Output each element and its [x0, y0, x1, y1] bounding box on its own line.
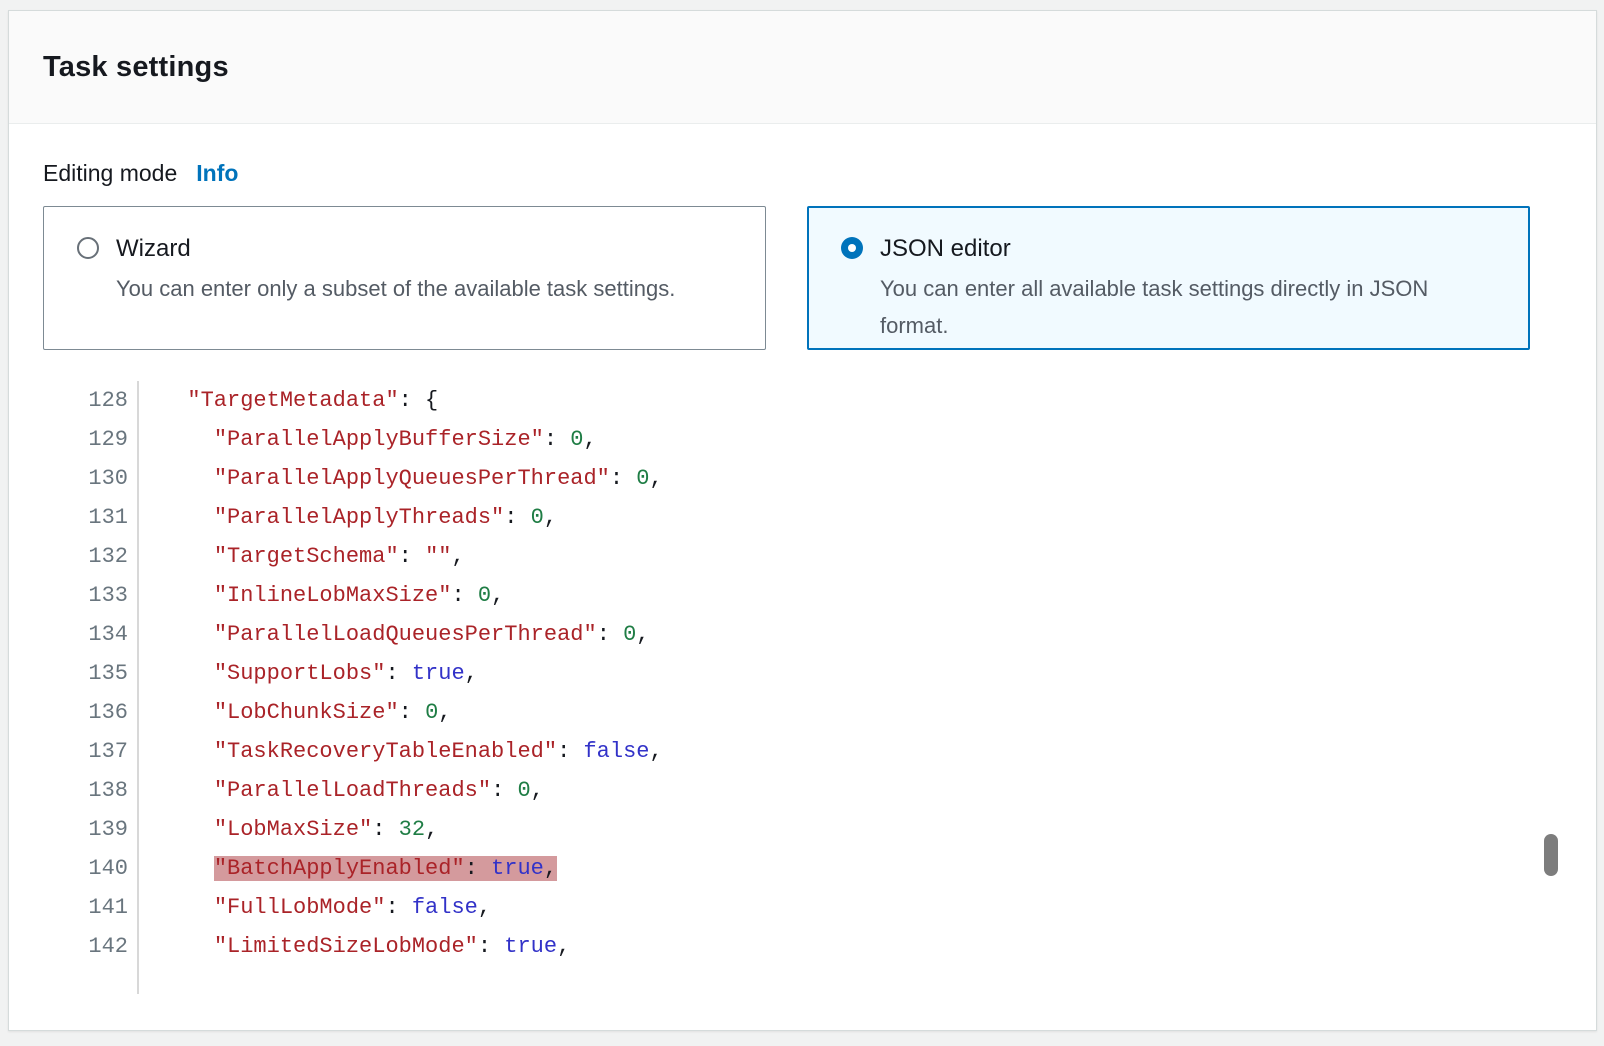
code-line[interactable]: 138 "ParallelLoadThreads": 0, — [43, 771, 1596, 810]
code-line[interactable]: 128 "TargetMetadata": { — [43, 381, 1596, 420]
code-line-text[interactable]: "SupportLobs": true, — [139, 654, 478, 693]
line-number: 142 — [43, 927, 139, 966]
line-number: 132 — [43, 537, 139, 576]
code-line[interactable]: 141 "FullLobMode": false, — [43, 888, 1596, 927]
line-number: 128 — [43, 381, 139, 420]
option-card-wizard[interactable]: Wizard You can enter only a subset of th… — [43, 206, 766, 350]
line-number: 139 — [43, 810, 139, 849]
code-line-text[interactable]: "FullLobMode": false, — [139, 888, 491, 927]
code-line[interactable]: 130 "ParallelApplyQueuesPerThread": 0, — [43, 459, 1596, 498]
option-card-text: Wizard You can enter only a subset of th… — [116, 234, 675, 307]
code-line-text[interactable]: "InlineLobMaxSize": 0, — [139, 576, 504, 615]
editing-mode-row: Editing mode Info — [43, 160, 1596, 187]
line-number: 141 — [43, 888, 139, 927]
info-link[interactable]: Info — [196, 160, 238, 187]
code-line[interactable]: 136 "LobChunkSize": 0, — [43, 693, 1596, 732]
code-line-text[interactable]: "ParallelLoadThreads": 0, — [139, 771, 544, 810]
code-line[interactable]: 133 "InlineLobMaxSize": 0, — [43, 576, 1596, 615]
panel-body: Editing mode Info Wizard You can enter o… — [9, 124, 1596, 994]
code-line-text[interactable]: "TargetSchema": "", — [139, 537, 465, 576]
scrollbar-thumb[interactable] — [1544, 834, 1558, 876]
code-line[interactable]: 140 "BatchApplyEnabled": true, — [43, 849, 1596, 888]
code-lines: 128 "TargetMetadata": {129 "ParallelAppl… — [43, 381, 1596, 966]
option-description: You can enter only a subset of the avail… — [116, 270, 675, 307]
line-number: 137 — [43, 732, 139, 771]
code-line[interactable]: 134 "ParallelLoadQueuesPerThread": 0, — [43, 615, 1596, 654]
code-line-text[interactable]: "LobChunkSize": 0, — [139, 693, 451, 732]
task-settings-panel: Task settings Editing mode Info Wizard Y… — [8, 10, 1597, 1031]
code-line[interactable]: 132 "TargetSchema": "", — [43, 537, 1596, 576]
code-line[interactable]: 129 "ParallelApplyBufferSize": 0, — [43, 420, 1596, 459]
option-description: You can enter all available task setting… — [880, 270, 1501, 344]
code-line[interactable]: 139 "LobMaxSize": 32, — [43, 810, 1596, 849]
editing-mode-options: Wizard You can enter only a subset of th… — [43, 206, 1596, 350]
code-line-text[interactable]: "LimitedSizeLobMode": true, — [139, 927, 570, 966]
code-line[interactable]: 142 "LimitedSizeLobMode": true, — [43, 927, 1596, 966]
panel-header: Task settings — [9, 11, 1596, 124]
code-line-text[interactable]: "LobMaxSize": 32, — [139, 810, 438, 849]
line-number: 138 — [43, 771, 139, 810]
gutter-spacer — [43, 966, 1596, 994]
line-number: 140 — [43, 849, 139, 888]
page-title: Task settings — [43, 51, 229, 84]
line-number: 130 — [43, 459, 139, 498]
json-code-editor[interactable]: 128 "TargetMetadata": {129 "ParallelAppl… — [43, 381, 1596, 994]
line-number: 133 — [43, 576, 139, 615]
line-number: 134 — [43, 615, 139, 654]
code-line-text[interactable]: "ParallelApplyQueuesPerThread": 0, — [139, 459, 663, 498]
code-line-text[interactable]: "ParallelApplyThreads": 0, — [139, 498, 557, 537]
option-card-json-editor[interactable]: JSON editor You can enter all available … — [807, 206, 1530, 350]
code-line-text[interactable]: "ParallelLoadQueuesPerThread": 0, — [139, 615, 650, 654]
code-line[interactable]: 135 "SupportLobs": true, — [43, 654, 1596, 693]
editing-mode-label: Editing mode — [43, 160, 177, 187]
code-line[interactable]: 131 "ParallelApplyThreads": 0, — [43, 498, 1596, 537]
option-label: JSON editor — [880, 234, 1501, 263]
radio-json-editor[interactable] — [841, 237, 863, 259]
option-label: Wizard — [116, 234, 675, 263]
line-number: 136 — [43, 693, 139, 732]
line-number: 135 — [43, 654, 139, 693]
code-line-text[interactable]: "TargetMetadata": { — [139, 381, 438, 420]
code-line-text[interactable]: "BatchApplyEnabled": true, — [139, 849, 557, 888]
code-line-text[interactable]: "ParallelApplyBufferSize": 0, — [139, 420, 597, 459]
code-line[interactable]: 137 "TaskRecoveryTableEnabled": false, — [43, 732, 1596, 771]
option-card-text: JSON editor You can enter all available … — [880, 234, 1501, 344]
line-number: 129 — [43, 420, 139, 459]
code-line-text[interactable]: "TaskRecoveryTableEnabled": false, — [139, 732, 663, 771]
line-number: 131 — [43, 498, 139, 537]
radio-wizard[interactable] — [77, 237, 99, 259]
highlighted-code: "BatchApplyEnabled": true, — [214, 856, 557, 881]
gutter-divider — [43, 966, 139, 994]
